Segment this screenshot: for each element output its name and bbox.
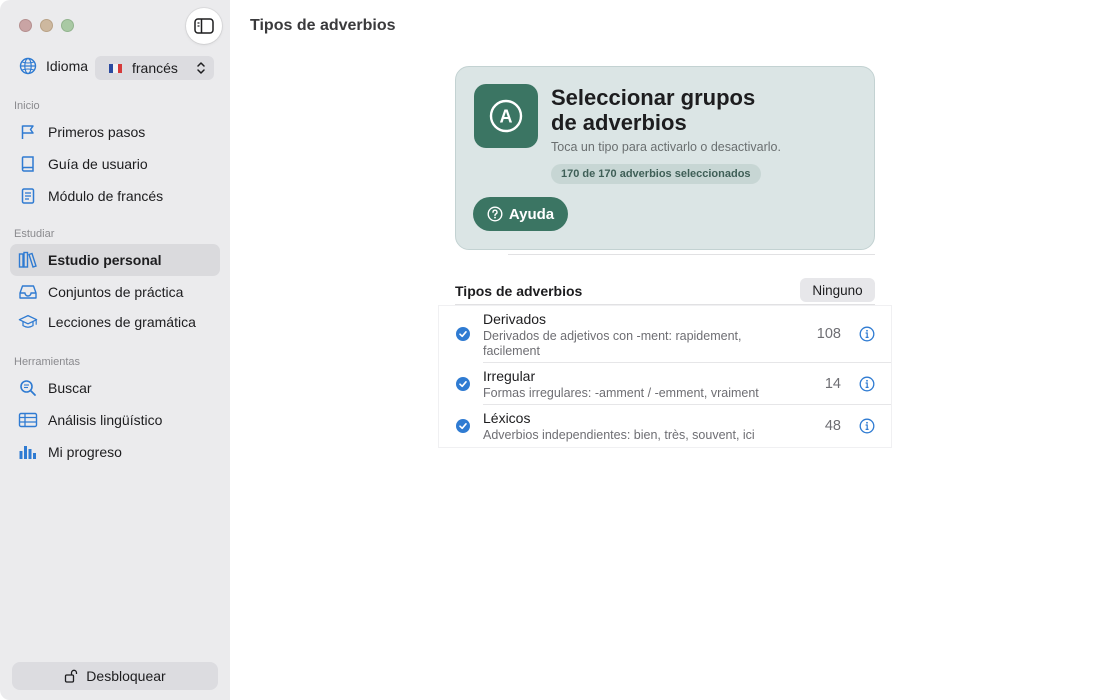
zoom-window-button[interactable] bbox=[61, 19, 74, 32]
sidebar-item-analisis-linguistico[interactable]: Análisis lingüístico bbox=[10, 404, 220, 436]
book-icon bbox=[18, 154, 38, 174]
unlock-button[interactable]: Desbloquear bbox=[12, 662, 218, 690]
help-button[interactable]: Ayuda bbox=[473, 197, 568, 231]
sidebar-item-label: Buscar bbox=[48, 380, 92, 396]
selection-count-badge: 170 de 170 adverbios seleccionados bbox=[551, 164, 761, 184]
close-window-button[interactable] bbox=[19, 19, 32, 32]
table-icon bbox=[18, 410, 38, 430]
row-title: Irregular bbox=[483, 368, 536, 384]
language-select[interactable]: francés bbox=[95, 56, 214, 80]
row-title: Léxicos bbox=[483, 410, 531, 426]
sidebar-item-label: Lecciones de gramática bbox=[48, 314, 196, 330]
search-icon bbox=[18, 378, 38, 398]
adverb-letter-icon: A bbox=[474, 84, 538, 148]
hero-card: A Seleccionar grupos de adverbios Toca u… bbox=[455, 66, 875, 250]
row-description: Derivados de adjetivos con -ment: rapide… bbox=[483, 329, 742, 358]
sidebar: Idioma francés Inicio Primeros pasos Guí… bbox=[0, 0, 230, 700]
hero-subtitle: Toca un tipo para activarlo o desactivar… bbox=[551, 140, 781, 154]
info-icon[interactable] bbox=[859, 376, 875, 392]
sidebar-item-label: Guía de usuario bbox=[48, 156, 148, 172]
window-controls bbox=[19, 19, 74, 32]
tray-icon bbox=[18, 282, 38, 302]
unlock-icon bbox=[65, 669, 78, 683]
sidebar-item-label: Conjuntos de práctica bbox=[48, 284, 184, 300]
divider bbox=[455, 304, 875, 305]
adverb-types-list: Derivados Derivados de adjetivos con -me… bbox=[439, 306, 891, 447]
hero-title-line1: Seleccionar grupos bbox=[551, 85, 756, 110]
books-icon bbox=[18, 250, 38, 270]
row-count: 48 bbox=[824, 418, 841, 434]
language-row: Idioma bbox=[19, 57, 88, 75]
question-circle-icon bbox=[487, 206, 503, 222]
document-icon bbox=[18, 186, 38, 206]
sidebar-item-estudio-personal[interactable]: Estudio personal bbox=[10, 244, 220, 276]
row-title: Derivados bbox=[483, 311, 547, 327]
sidebar-item-label: Primeros pasos bbox=[48, 124, 146, 140]
sidebar-item-label: Estudio personal bbox=[48, 252, 162, 268]
sidebar-item-conjuntos-de-practica[interactable]: Conjuntos de práctica bbox=[10, 276, 220, 308]
globe-icon bbox=[19, 57, 37, 75]
sidebar-item-buscar[interactable]: Buscar bbox=[10, 372, 220, 404]
help-button-label: Ayuda bbox=[508, 205, 555, 223]
unlock-button-label: Desbloquear bbox=[86, 668, 166, 684]
france-flag-icon bbox=[109, 63, 122, 73]
sidebar-item-label: Mi progreso bbox=[48, 444, 122, 460]
row-description: Adverbios independientes: bien, très, so… bbox=[483, 428, 755, 442]
section-title-estudiar: Estudiar bbox=[14, 228, 55, 240]
chevron-up-down-icon bbox=[197, 62, 205, 74]
section-title-inicio: Inicio bbox=[14, 100, 40, 112]
row-count: 14 bbox=[824, 376, 841, 392]
section-title-herramientas: Herramientas bbox=[14, 356, 81, 368]
select-none-button[interactable]: Ninguno bbox=[800, 278, 875, 302]
list-item[interactable]: Irregular Formas irregulares: -amment / … bbox=[439, 363, 891, 405]
minimize-window-button[interactable] bbox=[40, 19, 53, 32]
main-content: Tipos de adverbios A Seleccionar grupos … bbox=[230, 0, 1100, 700]
divider bbox=[508, 254, 875, 255]
list-section-title: Tipos de adverbios bbox=[455, 283, 583, 299]
language-select-value: francés bbox=[132, 60, 178, 76]
hero-title: Seleccionar grupos de adverbios bbox=[551, 85, 851, 135]
sidebar-item-label: Análisis lingüístico bbox=[48, 412, 163, 428]
checkmark-circle-icon[interactable] bbox=[456, 419, 470, 433]
flag-icon bbox=[18, 122, 38, 142]
sidebar-item-label: Módulo de francés bbox=[48, 188, 164, 204]
graduation-cap-icon bbox=[18, 312, 38, 332]
page-title: Tipos de adverbios bbox=[250, 17, 396, 34]
sidebar-toggle-button[interactable] bbox=[186, 8, 222, 44]
hero-title-line2: de adverbios bbox=[551, 110, 687, 135]
app-window: Idioma francés Inicio Primeros pasos Guí… bbox=[0, 0, 1100, 700]
list-item[interactable]: Léxicos Adverbios independientes: bien, … bbox=[439, 405, 891, 447]
svg-text:A: A bbox=[500, 107, 513, 127]
list-item[interactable]: Derivados Derivados de adjetivos con -me… bbox=[439, 306, 891, 363]
row-description: Formas irregulares: -amment / -emment, v… bbox=[483, 386, 759, 400]
sidebar-item-modulo-de-frances[interactable]: Módulo de francés bbox=[10, 180, 220, 212]
language-label: Idioma bbox=[46, 58, 89, 74]
checkmark-circle-icon[interactable] bbox=[456, 377, 470, 391]
checkmark-circle-icon[interactable] bbox=[456, 327, 470, 341]
sidebar-item-mi-progreso[interactable]: Mi progreso bbox=[10, 436, 220, 468]
info-icon[interactable] bbox=[859, 418, 875, 434]
bar-chart-icon bbox=[18, 442, 38, 462]
info-icon[interactable] bbox=[859, 326, 875, 342]
sidebar-icon bbox=[194, 18, 214, 34]
sidebar-item-guia-de-usuario[interactable]: Guía de usuario bbox=[10, 148, 220, 180]
row-count: 108 bbox=[816, 326, 841, 342]
sidebar-item-primeros-pasos[interactable]: Primeros pasos bbox=[10, 116, 220, 148]
sidebar-item-lecciones-de-gramatica[interactable]: Lecciones de gramática bbox=[10, 306, 220, 338]
